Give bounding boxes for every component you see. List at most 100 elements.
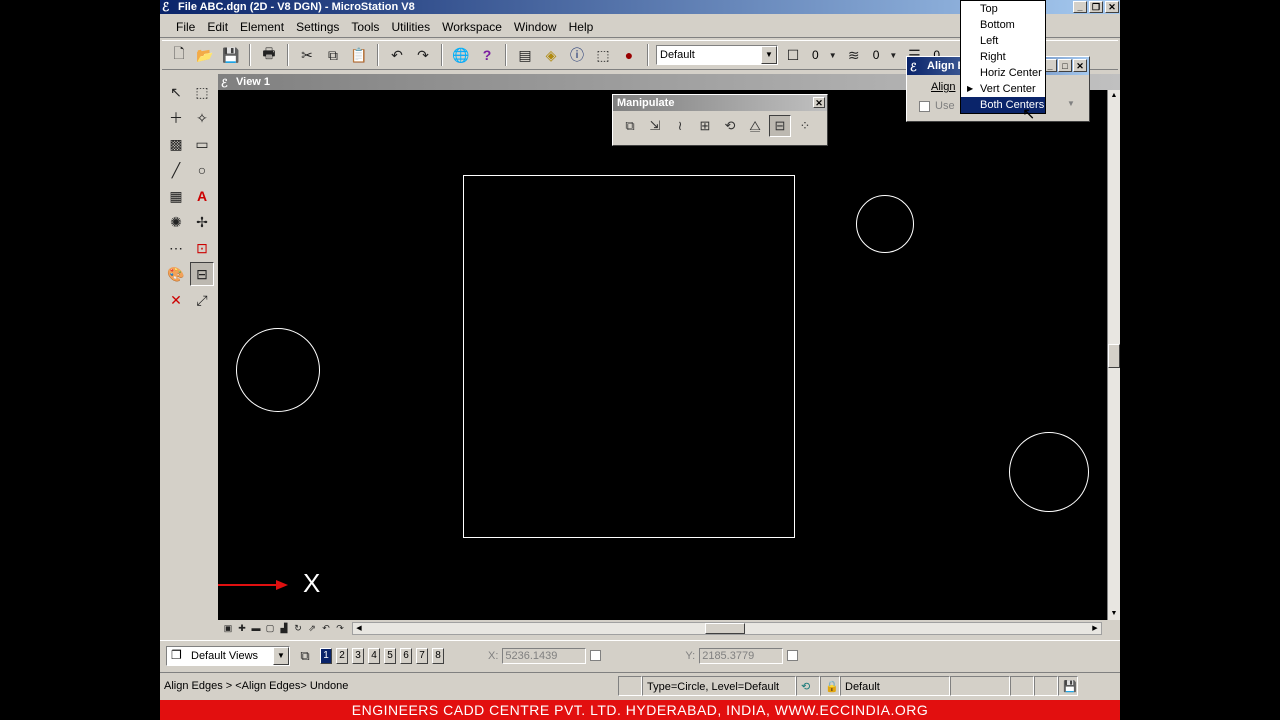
palette-icon[interactable]: 🎨 [164, 262, 188, 286]
dropdown-option-left[interactable]: Left [961, 33, 1045, 49]
manipulate-tools-icon[interactable]: ✧ [190, 106, 214, 130]
zoom-in-icon[interactable]: ✚ [236, 623, 248, 634]
references-icon[interactable]: ▤ [514, 44, 536, 66]
circle-element[interactable] [1009, 432, 1089, 512]
update-view-icon[interactable]: ▣ [222, 623, 234, 634]
vertical-scrollbar[interactable]: ▲ ▼ [1107, 90, 1120, 620]
line-icon[interactable]: ╱ [164, 158, 188, 182]
circle-icon[interactable]: ○ [190, 158, 214, 182]
y-coordinate-field[interactable]: 2185.3779 [699, 647, 784, 664]
view-previous-icon[interactable]: ↶ [320, 623, 332, 634]
circle-element[interactable] [236, 328, 320, 412]
circle-element[interactable] [856, 195, 914, 253]
open-folder-icon[interactable]: 📂 [194, 44, 216, 66]
help-question-icon[interactable]: ? [476, 44, 498, 66]
minimize-button[interactable]: _ [1073, 1, 1087, 13]
view-toggle-2[interactable]: 2 [336, 647, 348, 664]
menu-tools[interactable]: Tools [345, 20, 385, 34]
hatch-icon[interactable]: ▩ [164, 132, 188, 156]
move-parallel-icon[interactable]: ≀ [669, 115, 691, 137]
view-groups-manager-icon[interactable]: ⧉ [294, 645, 316, 667]
chevron-down-icon[interactable]: ▼ [273, 646, 289, 665]
chevron-down-icon[interactable]: ▼ [887, 44, 899, 66]
view-control-icon[interactable]: ⤢ [190, 288, 214, 312]
y-lock-checkbox[interactable] [787, 650, 799, 661]
close-button[interactable]: ✕ [1073, 59, 1087, 72]
fence-icon[interactable]: ⬚ [190, 80, 214, 104]
menu-element[interactable]: Element [234, 20, 290, 34]
construct-array-icon[interactable]: ⁘ [794, 115, 816, 137]
line-style-icon[interactable]: ≋ [843, 44, 865, 66]
close-icon[interactable]: ✕ [813, 97, 825, 108]
dropdown-option-horiz-center[interactable]: Horiz Center [961, 65, 1045, 81]
drawing-canvas[interactable]: X [218, 90, 1107, 620]
maximize-button[interactable]: □ [1058, 59, 1072, 72]
info-icon[interactable]: ⓘ [566, 44, 588, 66]
scroll-thumb[interactable] [1108, 344, 1120, 368]
menu-settings[interactable]: Settings [290, 20, 345, 34]
rotate-view-icon[interactable]: ↻ [292, 623, 304, 634]
close-button[interactable]: ✕ [1105, 1, 1119, 13]
select-arrow-icon[interactable]: ↖ [164, 80, 188, 104]
print-icon[interactable]: 🖶 [258, 44, 280, 66]
x-lock-checkbox[interactable] [590, 650, 602, 661]
point-icon[interactable]: ✢ [190, 210, 214, 234]
fit-view-icon[interactable]: ▟ [278, 623, 290, 634]
view-toggle-7[interactable]: 7 [416, 647, 428, 664]
window-area-icon[interactable]: ▢ [264, 623, 276, 634]
menu-window[interactable]: Window [508, 20, 563, 34]
zoom-out-icon[interactable]: ▬ [250, 623, 262, 634]
chevron-down-icon[interactable]: ▼ [827, 44, 839, 66]
scroll-up-icon[interactable]: ▲ [1108, 90, 1120, 102]
rectangle-element[interactable] [463, 175, 795, 538]
undo-icon[interactable]: ↶ [386, 44, 408, 66]
active-level-combo[interactable]: Default ▼ [656, 45, 778, 65]
dimension-icon[interactable]: ⋯ [164, 236, 188, 260]
delete-icon[interactable]: ✕ [164, 288, 188, 312]
x-coordinate-field[interactable]: 5236.1439 [502, 647, 587, 664]
paste-icon[interactable]: 📋 [348, 44, 370, 66]
scroll-down-icon[interactable]: ▼ [1108, 608, 1120, 620]
view-toggle-1[interactable]: 1 [320, 647, 332, 664]
color-swatch-icon[interactable]: ☐ [782, 44, 804, 66]
snap-mode-icon[interactable]: ⟲ [796, 675, 820, 696]
lock-icon[interactable]: 🔒 [820, 675, 840, 696]
levels-icon[interactable]: ◈ [540, 44, 562, 66]
align-tools-icon[interactable]: ⊟ [190, 262, 214, 286]
menu-file[interactable]: File [170, 20, 201, 34]
align-edges-icon[interactable]: ⊟ [769, 115, 791, 137]
text-icon[interactable]: A [190, 184, 214, 208]
move-element-icon[interactable]: ⇲ [644, 115, 666, 137]
chevron-down-icon[interactable]: ▼ [1063, 99, 1079, 113]
menu-workspace[interactable]: Workspace [436, 20, 508, 34]
view-toggle-4[interactable]: 4 [368, 647, 380, 664]
cut-icon[interactable]: ✂ [296, 44, 318, 66]
horizontal-scrollbar[interactable]: ◀ ▶ [352, 622, 1102, 635]
dropdown-option-right[interactable]: Right [961, 49, 1045, 65]
selection-icon[interactable]: ⬚ [592, 44, 614, 66]
pan-view-icon[interactable]: ⇗ [306, 623, 318, 634]
use-checkbox[interactable] [919, 101, 930, 112]
mirror-icon[interactable]: ⧋ [744, 115, 766, 137]
view-groups-combo[interactable]: ❐ Default Views ▼ [166, 645, 290, 666]
dropdown-option-vert-center[interactable]: ▶ Vert Center [961, 81, 1045, 97]
menu-utilities[interactable]: Utilities [385, 20, 436, 34]
active-style-value[interactable]: 0 [869, 48, 884, 62]
dropdown-option-top[interactable]: Top [961, 1, 1045, 17]
view-toggle-3[interactable]: 3 [352, 647, 364, 664]
chevron-down-icon[interactable]: ▼ [761, 46, 777, 64]
measure-icon[interactable]: ⊡ [190, 236, 214, 260]
active-color-value[interactable]: 0 [808, 48, 823, 62]
copy-element-icon[interactable]: ⧉ [619, 115, 641, 137]
dropdown-option-bottom[interactable]: Bottom [961, 17, 1045, 33]
new-file-icon[interactable]: 🗋 [168, 44, 190, 66]
design-file-save-icon[interactable]: 💾 [1058, 675, 1078, 696]
scroll-left-icon[interactable]: ◀ [353, 623, 365, 634]
globe-icon[interactable]: 🌐 [450, 44, 472, 66]
manipulate-titlebar[interactable]: Manipulate ✕ [613, 95, 827, 111]
menu-help[interactable]: Help [563, 20, 600, 34]
render-sphere-icon[interactable]: ● [618, 44, 640, 66]
cell-icon[interactable]: ▦ [164, 184, 188, 208]
view-toggle-6[interactable]: 6 [400, 647, 412, 664]
view-next-icon[interactable]: ↷ [334, 623, 346, 634]
